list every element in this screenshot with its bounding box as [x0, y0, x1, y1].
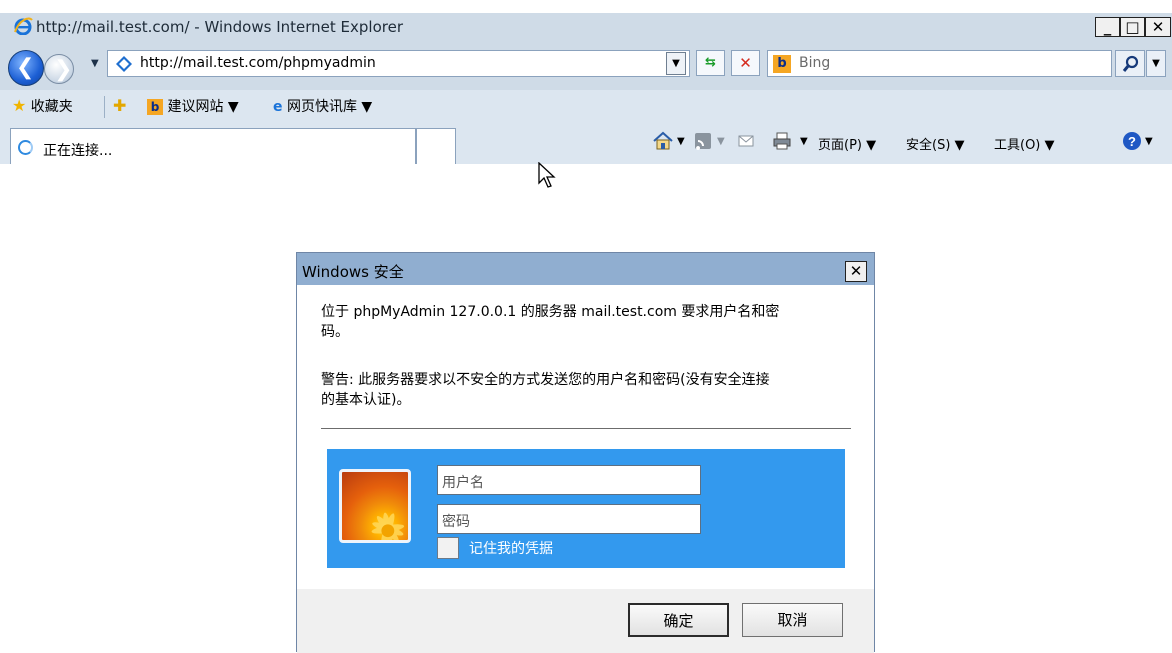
minimize-button[interactable]: _	[1095, 17, 1120, 37]
navigation-bar: ❮ ❯ ▼ http://mail.test.com/phpmyadmin ▼ …	[0, 38, 1172, 90]
suggested-sites-label: 建议网站 ▼	[167, 99, 239, 115]
tab-label: 正在连接...	[43, 143, 113, 159]
search-icon	[1122, 55, 1139, 72]
address-bar[interactable]: http://mail.test.com/phpmyadmin	[107, 50, 690, 77]
bing-icon: b	[147, 99, 163, 115]
back-button[interactable]: ❮	[8, 50, 44, 86]
print-dropdown-icon[interactable]: ▼	[800, 136, 808, 147]
user-avatar-tile	[339, 469, 411, 543]
remember-credentials-checkbox[interactable]	[437, 537, 459, 559]
favorites-separator	[104, 96, 105, 118]
warning-line-1: 警告: 此服务器要求以不安全的方式发送您的用户名和密码(没有安全连接	[321, 372, 770, 388]
refresh-button[interactable]: ⇆	[696, 50, 725, 76]
refresh-icon: ⇆	[705, 55, 716, 70]
help-dropdown-icon[interactable]: ▼	[1145, 136, 1153, 147]
feeds-icon[interactable]	[692, 130, 714, 152]
maximize-button[interactable]: □	[1120, 17, 1145, 37]
warning-line-2: 的基本认证)。	[321, 392, 411, 408]
search-button[interactable]	[1115, 50, 1145, 77]
credential-panel: 用户名 密码 记住我的凭据	[327, 449, 845, 568]
page-menu[interactable]: 页面(P) ▼	[818, 134, 876, 153]
svg-text:?: ?	[1128, 134, 1136, 149]
page-icon	[116, 56, 132, 72]
home-dropdown-icon[interactable]: ▼	[677, 136, 685, 147]
help-icon[interactable]: ?	[1121, 130, 1143, 152]
dialog-message: 位于 phpMyAdmin 127.0.0.1 的服务器 mail.test.c…	[321, 302, 861, 342]
print-icon[interactable]	[771, 130, 793, 152]
home-icon[interactable]	[652, 130, 674, 152]
add-favorite-icon: ✚	[113, 96, 127, 115]
back-arrow-icon: ❮	[16, 55, 35, 80]
search-box[interactable]: b Bing	[767, 50, 1112, 77]
stop-button[interactable]: ✕	[731, 50, 760, 76]
dialog-titlebar: Windows 安全 ✕	[297, 253, 874, 285]
message-line-2: 码。	[321, 324, 349, 340]
dialog-close-button[interactable]: ✕	[845, 261, 867, 282]
password-placeholder: 密码	[442, 514, 470, 530]
web-slice-gallery-link[interactable]: e 网页快讯库 ▼	[273, 96, 372, 116]
mouse-pointer-icon	[538, 162, 556, 188]
forward-button[interactable]: ❯	[44, 54, 74, 84]
flower-icon	[371, 512, 405, 540]
address-text[interactable]: http://mail.test.com/phpmyadmin	[140, 55, 376, 71]
command-bar: 正在连接... ▼ ▼ ▼ 页面(P) ▼ 安全(S) ▼ 工具(O) ▼ ? …	[0, 122, 1172, 164]
forward-arrow-icon: ❯	[54, 57, 73, 82]
dialog-footer: 确定 取消	[297, 589, 874, 653]
stop-icon: ✕	[739, 54, 752, 72]
ie-page-icon: e	[273, 99, 283, 115]
star-icon: ★	[12, 96, 27, 115]
add-favorite-button[interactable]: ✚	[113, 96, 126, 115]
tab-current[interactable]: 正在连接...	[10, 128, 416, 164]
suggested-sites-link[interactable]: b 建议网站 ▼	[147, 96, 239, 116]
dialog-title: Windows 安全	[302, 263, 404, 281]
mail-icon[interactable]	[735, 130, 757, 152]
safety-menu[interactable]: 安全(S) ▼	[906, 134, 965, 153]
bing-icon: b	[773, 55, 791, 73]
favorites-button[interactable]: ★ 收藏夹	[12, 96, 73, 116]
message-line-1: 位于 phpMyAdmin 127.0.0.1 的服务器 mail.test.c…	[321, 304, 780, 320]
ok-button[interactable]: 确定	[628, 603, 729, 637]
search-input[interactable]: Bing	[799, 55, 830, 71]
cancel-button[interactable]: 取消	[742, 603, 843, 637]
dialog-divider	[321, 428, 851, 429]
window-titlebar: http://mail.test.com/ - Windows Internet…	[0, 0, 1172, 38]
web-slice-label: 网页快讯库 ▼	[286, 99, 373, 115]
close-window-button[interactable]: ✕	[1145, 17, 1171, 37]
favorites-label: 收藏夹	[30, 99, 73, 115]
remember-credentials-label[interactable]: 记住我的凭据	[469, 538, 553, 558]
search-options-dropdown[interactable]: ▼	[1146, 50, 1166, 77]
tools-menu[interactable]: 工具(O) ▼	[994, 134, 1055, 153]
dialog-warning: 警告: 此服务器要求以不安全的方式发送您的用户名和密码(没有安全连接 的基本认证…	[321, 370, 861, 410]
favorites-bar: ★ 收藏夹 ✚ b 建议网站 ▼ e 网页快讯库 ▼	[0, 90, 1172, 122]
address-dropdown-button[interactable]: ▼	[666, 52, 686, 75]
loading-spinner-icon	[18, 140, 33, 155]
new-tab-button[interactable]	[416, 128, 456, 164]
ie-logo-icon	[14, 17, 33, 35]
history-dropdown-icon[interactable]: ▼	[91, 58, 99, 69]
password-field[interactable]: 密码	[437, 504, 701, 534]
username-placeholder: 用户名	[442, 475, 484, 491]
windows-security-dialog: Windows 安全 ✕ 位于 phpMyAdmin 127.0.0.1 的服务…	[296, 252, 875, 653]
window-title: http://mail.test.com/ - Windows Internet…	[36, 18, 403, 36]
feeds-dropdown-icon[interactable]: ▼	[717, 136, 725, 147]
username-field[interactable]: 用户名	[437, 465, 701, 495]
